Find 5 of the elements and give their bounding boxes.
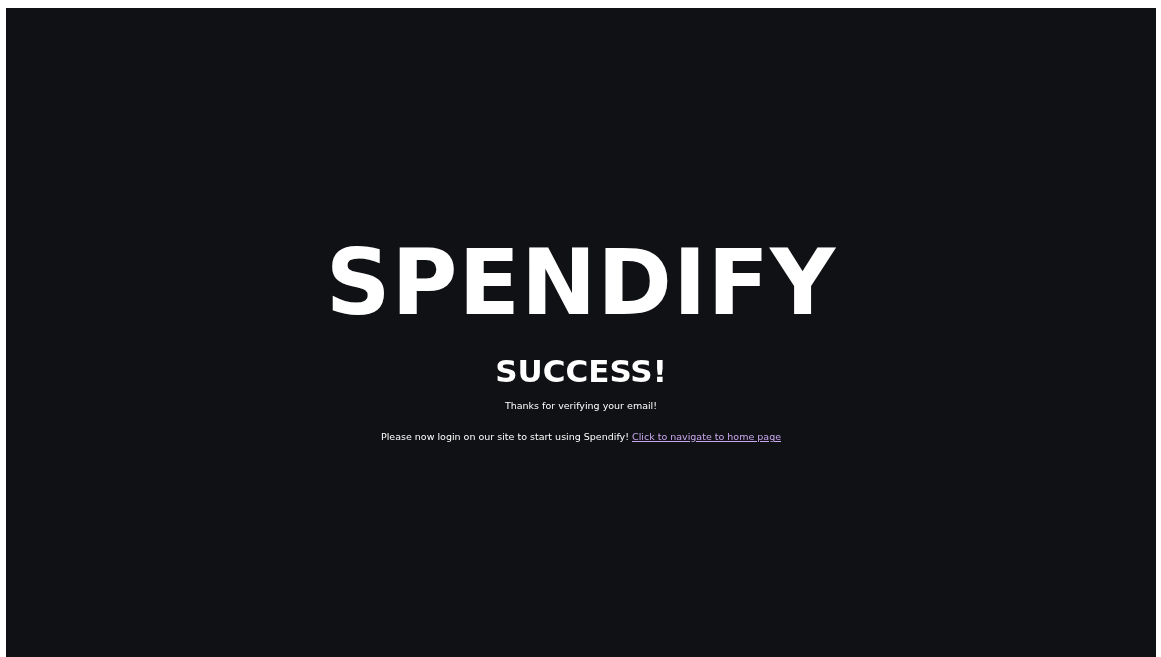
- home-page-link[interactable]: Click to navigate to home page: [632, 431, 781, 443]
- brand-logo: SPENDIFY: [325, 233, 837, 332]
- login-instruction: Please now login on our site to start using Spendify! Click to navigate to home page: [381, 431, 781, 443]
- success-heading: SUCCESS!: [495, 354, 667, 389]
- verification-message: Thanks for verifying your email!: [504, 400, 658, 412]
